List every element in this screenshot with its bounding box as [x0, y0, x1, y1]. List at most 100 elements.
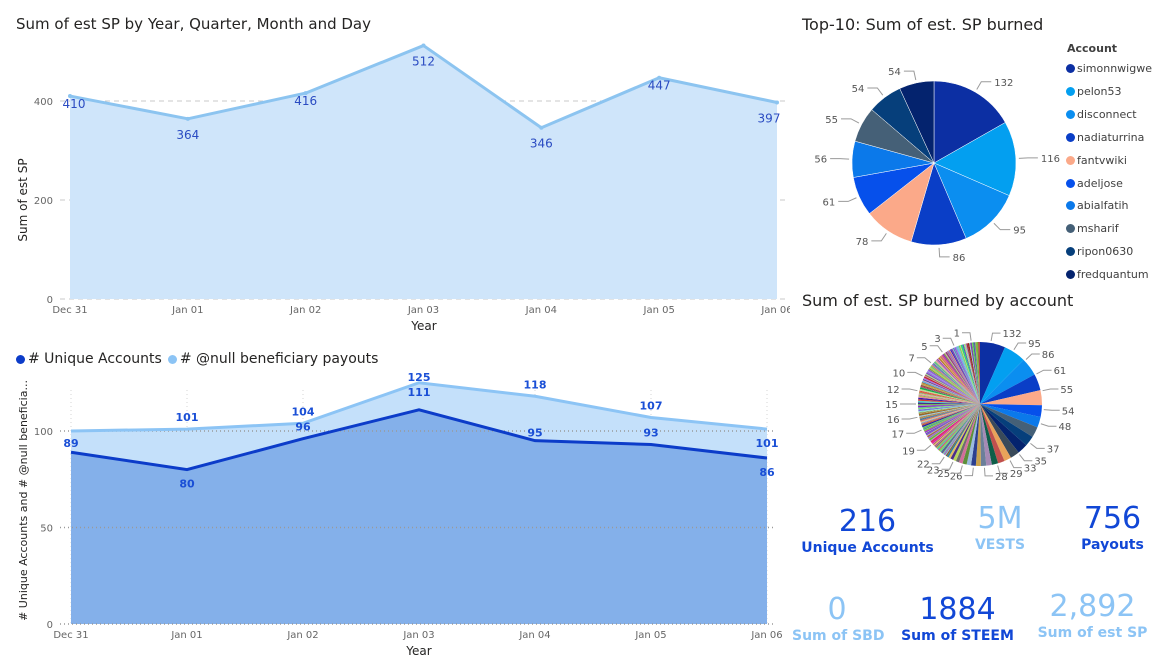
data-label: 410 [63, 97, 86, 111]
legend-label-null-payouts[interactable]: # @null beneficiary payouts [180, 351, 379, 367]
x-tick-label: Jan 05 [634, 630, 666, 641]
accounts-data-label: 93 [643, 427, 658, 440]
x-tick-label: Jan 01 [170, 630, 202, 641]
leader-line [993, 222, 1011, 231]
data-point[interactable] [539, 125, 544, 130]
data-point[interactable] [185, 116, 190, 121]
payouts-data-label: 118 [524, 378, 547, 391]
data-label: 447 [648, 79, 671, 93]
slice-data-label: 95 [1028, 339, 1041, 350]
x-tick-label: Jan 06 [760, 305, 790, 316]
legend-dot [1066, 86, 1075, 96]
x-tick-label: Jan 04 [518, 630, 550, 641]
card-value: 1884 [919, 592, 996, 627]
accounts-payouts-area-chart[interactable]: 0 50 100 101 104 125 118 107 101 89 80 96 111 95 93 86 D… [0, 370, 790, 668]
slice-data-label: 48 [1058, 422, 1071, 433]
card-label: Sum of STEEM [901, 628, 1014, 644]
legend-label-unique-accounts[interactable]: # Unique Accounts [28, 351, 162, 367]
leader-line [916, 357, 932, 364]
leader-line [1030, 443, 1045, 449]
legend-dot [1066, 178, 1075, 188]
all-accounts-pie-chart[interactable]: 1329586615554483735332928262523221917161… [860, 312, 1100, 492]
legend-item-abialfatih[interactable]: abialfatih [1066, 199, 1129, 212]
legend-dot [1066, 64, 1075, 73]
slice-data-label: 61 [822, 197, 835, 208]
data-point[interactable] [775, 100, 779, 105]
card-label: Unique Accounts [801, 540, 934, 556]
data-label: 346 [530, 137, 553, 151]
legend-label: msharif [1077, 222, 1119, 236]
leader-line [901, 416, 918, 420]
slice-data-label: 33 [1024, 464, 1037, 475]
card-label: Sum of SBD [792, 628, 885, 644]
payouts-data-label: 104 [292, 405, 315, 418]
est-sp-area-chart[interactable]: 0200400 410364416512346447397Dec 31 Jan 01… [0, 30, 790, 340]
legend-title-account: Account [1067, 42, 1118, 55]
leader-line [867, 87, 884, 96]
x-tick-label: Dec 31 [53, 630, 88, 641]
legend-item-simonnwigwe[interactable]: simonnwigwe [1066, 62, 1152, 75]
legend-item-fredquantum[interactable]: fredquantum [1066, 268, 1149, 281]
legend-item-adeljose[interactable]: adeljose [1066, 177, 1123, 190]
accounts-data-label: 96 [295, 421, 311, 434]
x-tick-label: Jan 02 [286, 630, 318, 641]
leader-line [1025, 353, 1040, 360]
x-tick-label: Jan 05 [643, 305, 675, 316]
legend-dot [1066, 109, 1075, 119]
x-tick-label: Jan 06 [750, 630, 782, 641]
legend-label: nadiaturrina [1077, 130, 1145, 144]
payouts-data-label: 101 [756, 437, 779, 450]
legend-label: pelon53 [1077, 84, 1122, 98]
leader-line [1019, 454, 1033, 462]
leader-line [906, 429, 922, 434]
data-point[interactable] [421, 43, 426, 48]
leader-line [907, 371, 923, 377]
legend-dot [1066, 132, 1075, 142]
data-label: 397 [758, 111, 781, 125]
top10-pie-chart[interactable]: 132 116 95 86 78 61 56 55 54 54 [800, 40, 1060, 290]
leader-line [1040, 423, 1057, 427]
card-payouts: 756 Payouts [1065, 502, 1160, 554]
card-label: VESTS [974, 537, 1026, 553]
chart-title-top10: Top-10: Sum of est. SP burned [802, 15, 1044, 34]
legend-item-ripon0630[interactable]: ripon0630 [1066, 245, 1133, 258]
leader-line [903, 70, 917, 81]
leader-line [1013, 342, 1027, 350]
legend-item-nadiaturrina[interactable]: nadiaturrina [1066, 131, 1144, 144]
slice-data-label: 29 [1010, 469, 1023, 480]
card-label: Payouts [1081, 537, 1144, 553]
legend-item-disconnect[interactable]: disconnect [1066, 108, 1137, 121]
legend-label: simonnwigwe [1077, 62, 1152, 75]
card-unique-accounts: 216 Unique Accounts [800, 505, 935, 557]
slice-data-label: 3 [934, 334, 940, 345]
slice-data-label: 28 [995, 472, 1008, 483]
legend-dot [1066, 247, 1075, 257]
legend-label: ripon0630 [1077, 245, 1134, 259]
slice-data-label: 132 [994, 78, 1013, 89]
y-tick-label: 400 [34, 97, 53, 108]
legend-dot [1066, 270, 1075, 280]
data-label: 416 [294, 94, 317, 108]
legend-item-msharif[interactable]: msharif [1066, 222, 1119, 235]
leader-line [841, 118, 860, 124]
leader-line [983, 467, 994, 477]
legend-item-pelon53[interactable]: pelon53 [1066, 85, 1122, 98]
leader-line [961, 332, 972, 341]
slice-data-label: 54 [888, 67, 901, 78]
x-tick-label: Dec 31 [52, 305, 87, 316]
card-sum-sbd: 0 Sum of SBD [792, 593, 885, 645]
y-tick-label: 50 [40, 524, 53, 535]
data-label: 364 [176, 128, 199, 142]
slice-data-label: 1 [954, 329, 960, 340]
card-value: 2,892 [1049, 589, 1136, 624]
leader-line [976, 81, 992, 90]
slice-data-label: 61 [1054, 366, 1067, 377]
leader-line [1009, 460, 1022, 469]
area-fill [70, 45, 777, 300]
leader-line [1043, 409, 1060, 411]
slice-data-label: 17 [891, 429, 904, 440]
card-label: Sum of est SP [1037, 625, 1148, 641]
y-axis-title: Sum of est SP [16, 158, 30, 241]
accounts-data-label: 95 [527, 427, 542, 440]
legend-item-fantvwiki[interactable]: fantvwiki [1066, 154, 1127, 167]
